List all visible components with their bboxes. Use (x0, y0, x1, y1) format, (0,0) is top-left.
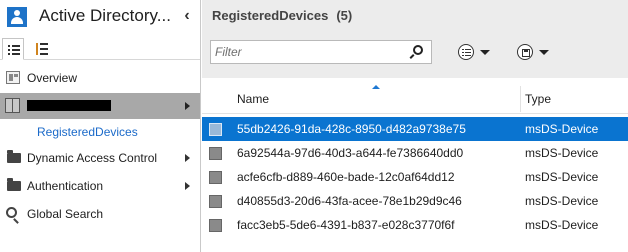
row-type: msDS-Device (525, 146, 599, 160)
redacted-domain-name (27, 100, 111, 111)
row-name: 6a92544a-97d6-40d3-a644-fe7386640dd0 (237, 146, 464, 160)
save-query-button[interactable] (515, 42, 553, 62)
active-directory-icon (7, 7, 27, 27)
device-object-icon (209, 219, 222, 232)
expand-arrow-icon[interactable] (185, 154, 190, 162)
app-title: Active Directory... (39, 6, 171, 25)
table-row[interactable]: 55db2426-91da-428c-8950-d482a9738e75 msD… (202, 117, 628, 141)
active-directory-admin-center: Active Directory... ‹ Overview Registere… (0, 0, 628, 252)
table-row[interactable]: acfe6cfb-d889-460e-bade-12c0af64dd12 msD… (202, 165, 628, 189)
row-type: msDS-Device (525, 122, 599, 136)
nav-item-authentication[interactable]: Authentication (0, 173, 200, 199)
nav-item-dynamic-access-control[interactable]: Dynamic Access Control (0, 145, 200, 171)
device-object-icon (209, 195, 222, 208)
nav-item-label: Authentication (27, 179, 104, 193)
content-pane: RegisteredDevices (5) Filter Name Type 5… (202, 0, 628, 252)
save-icon (517, 44, 533, 60)
page-title: RegisteredDevices (5) (212, 8, 352, 23)
expand-arrow-icon[interactable] (185, 182, 190, 190)
search-icon (6, 207, 17, 218)
nav-item-domain[interactable] (0, 93, 200, 119)
nav-item-registereddevices[interactable]: RegisteredDevices (0, 119, 200, 145)
folder-icon (7, 178, 21, 191)
sort-ascending-icon (372, 85, 380, 89)
toolbar (202, 32, 628, 78)
column-header-name[interactable]: Name (237, 92, 269, 106)
table-row[interactable]: d40855d3-20d6-43fa-acee-78e1b29d9c46 msD… (202, 189, 628, 213)
view-options-button[interactable] (456, 42, 494, 62)
nav-header: Active Directory... ‹ (0, 0, 200, 34)
chevron-down-icon (480, 50, 490, 55)
list-view-tab[interactable] (2, 38, 24, 60)
column-divider[interactable] (520, 86, 521, 112)
collapse-nav-button[interactable]: ‹ (180, 7, 194, 25)
device-object-icon (209, 147, 222, 160)
filter-box[interactable] (210, 40, 432, 64)
expand-arrow-icon[interactable] (185, 102, 190, 110)
row-name: acfe6cfb-d889-460e-bade-12c0af64dd12 (237, 170, 455, 184)
table-row[interactable]: 6a92544a-97d6-40d3-a644-fe7386640dd0 msD… (202, 141, 628, 165)
nav-item-overview[interactable]: Overview (0, 65, 200, 91)
row-type: msDS-Device (525, 218, 599, 232)
device-object-icon (209, 123, 222, 136)
nav-item-global-search[interactable]: Global Search (0, 201, 200, 227)
device-object-icon (209, 171, 222, 184)
row-type: msDS-Device (525, 194, 599, 208)
list-options-icon (458, 44, 474, 60)
chevron-down-icon (539, 50, 549, 55)
row-name: facc3eb5-5de6-4391-b837-e028c3770f6f (237, 218, 455, 232)
nav-item-label: Overview (27, 71, 78, 85)
row-name: 55db2426-91da-428c-8950-d482a9738e75 (237, 122, 466, 136)
tree-view-tab[interactable] (31, 38, 53, 60)
column-header-type[interactable]: Type (525, 92, 551, 106)
filter-input[interactable] (215, 44, 401, 60)
nav-item-label: RegisteredDevices (37, 125, 138, 139)
nav-item-label: Global Search (27, 207, 104, 221)
item-count: (5) (336, 8, 353, 23)
row-name: d40855d3-20d6-43fa-acee-78e1b29d9c46 (237, 194, 462, 208)
grid-header: Name Type (202, 78, 628, 114)
overview-icon (6, 71, 20, 84)
view-tabs (0, 36, 200, 60)
nav-item-label: Dynamic Access Control (27, 151, 158, 165)
search-icon[interactable] (413, 45, 423, 55)
navigation-pane: Active Directory... ‹ Overview Registere… (0, 0, 201, 252)
content-header: RegisteredDevices (5) (202, 0, 628, 32)
folder-icon (7, 150, 21, 163)
row-type: msDS-Device (525, 170, 599, 184)
table-row[interactable]: facc3eb5-5de6-4391-b837-e028c3770f6f msD… (202, 213, 628, 237)
container-name: RegisteredDevices (212, 8, 329, 23)
results-grid: Name Type 55db2426-91da-428c-8950-d482a9… (202, 78, 628, 252)
domain-icon (5, 98, 20, 113)
